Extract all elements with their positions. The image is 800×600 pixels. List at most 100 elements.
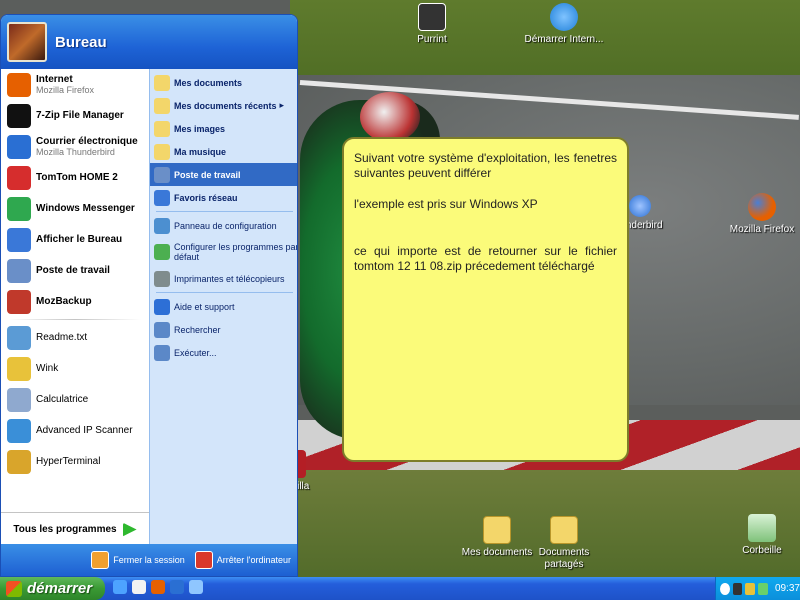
run-icon [154,344,170,361]
shutdown-button[interactable]: Arrêter l'ordinateur [194,551,291,569]
places-label: Panneau de configuration [174,220,277,231]
thunderbird-icon [629,195,651,217]
program-title: Windows Messenger [36,203,135,214]
places-label: Mes documents [174,77,243,88]
my-pictures-icon [154,120,170,137]
program-text: MozBackup [36,296,92,307]
logoff-label: Fermer la session [113,555,185,565]
program-text: Calculatrice [36,394,88,405]
logoff-icon [91,551,110,569]
network-icon[interactable] [732,582,743,595]
my-documents-icon [483,516,511,544]
sticky-note: Suivant votre système d'exploitation, le… [342,137,629,462]
places-label: Rechercher [174,324,221,335]
places-item[interactable]: Ma musique [150,140,297,163]
note-paragraph: Suivant votre système d'exploitation, le… [354,151,617,180]
desktop-icon-firefox[interactable]: Mozilla Firefox [722,193,800,236]
program-list: Internet Mozilla Firefox 7-Zip File Manage… [1,69,149,477]
text-file-icon [7,325,31,350]
internet-explorer-icon[interactable] [113,580,127,594]
chevron-right-icon: ▸ [279,100,285,110]
program-item[interactable]: Afficher le Bureau [1,224,149,255]
media-player-icon[interactable] [132,580,146,594]
security-shield-icon[interactable] [745,582,756,595]
desktop-icon-shared-documents[interactable]: Documents partagés [524,516,604,571]
program-title: Afficher le Bureau [36,234,123,245]
firefox-icon[interactable] [151,580,165,594]
show-desktop-icon[interactable] [189,580,203,594]
program-item[interactable]: Calculatrice [1,384,149,415]
help-icon [154,298,170,315]
program-title: Courrier électronique [36,136,138,147]
messenger-icon [7,196,31,221]
control-panel-icon [154,217,170,234]
all-programs-button[interactable]: Tous les programmes [1,512,149,546]
logoff-button[interactable]: Fermer la session [91,551,185,569]
places-item[interactable]: Mes documents [150,71,297,94]
places-label: Exécuter... [174,347,217,358]
ip-scanner-icon [7,418,31,443]
volume-icon[interactable] [758,582,768,595]
start-menu-footer: Fermer la session Arrêter l'ordinateur [1,544,297,576]
start-menu-programs: Internet Mozilla Firefox 7-Zip File Manage… [1,69,149,546]
start-button[interactable]: démarrer [0,577,105,600]
my-computer-icon [154,166,170,183]
shared-documents-icon [550,516,578,544]
program-title: 7-Zip File Manager [36,110,124,121]
places-item[interactable]: Imprimantes et télécopieurs [150,267,297,290]
arrow-left-icon[interactable] [720,582,730,595]
places-item[interactable]: Configurer les programmes par défaut [150,237,298,267]
tomtom-icon [7,165,31,190]
places-list: Mes documents Mes documents récents ▸ Mes i… [150,69,298,364]
desktop-icon-label: Démarrer Intern... [524,34,604,45]
places-item[interactable]: Mes documents récents ▸ [150,94,297,117]
desktop-icon-purrint[interactable]: Purrint [392,3,472,46]
program-item[interactable]: Advanced IP Scanner [1,415,149,446]
system-tray: 09:37 [715,577,800,600]
start-menu-body: Internet Mozilla Firefox 7-Zip File Manage… [1,69,298,546]
places-label: Mes documents récents [174,100,277,111]
program-item[interactable]: Wink [1,353,149,384]
program-item[interactable]: 7-Zip File Manager [1,100,149,131]
thunderbird-icon[interactable] [170,580,184,594]
desktop-icon-label: Mozilla Firefox [729,224,795,235]
places-label: Configurer les programmes par défaut [174,242,298,262]
places-item[interactable]: Aide et support [150,295,297,318]
program-item[interactable]: MozBackup [1,286,149,317]
wallpaper-helmet [360,92,420,142]
arrow-right-icon [122,522,137,537]
program-text: 7-Zip File Manager [36,110,124,121]
calculator-icon [7,387,31,412]
my-documents-icon [154,74,170,91]
program-item[interactable]: Readme.txt [1,322,149,353]
default-programs-icon [154,244,170,260]
program-title: HyperTerminal [36,456,101,467]
program-text: Poste de travail [36,265,110,276]
desktop-icon-recycle-bin[interactable]: Corbeille [722,514,800,557]
power-icon [194,551,213,569]
program-title: MozBackup [36,296,92,307]
places-label: Mes images [174,123,226,134]
places-item[interactable]: Mes images [150,117,297,140]
desktop-icon-label: Documents partagés [538,547,590,570]
places-label: Imprimantes et télécopieurs [174,273,285,284]
program-text: Readme.txt [36,332,87,343]
program-text: Wink [36,363,58,374]
program-item[interactable]: Internet Mozilla Firefox [1,69,149,100]
internet-explorer-icon [550,3,578,31]
user-avatar-icon[interactable] [7,22,47,62]
program-item[interactable]: HyperTerminal [1,446,149,477]
places-item[interactable]: Rechercher [150,318,297,341]
show-desktop-icon [7,227,31,252]
program-item[interactable]: Windows Messenger [1,193,149,224]
places-item[interactable]: Favoris réseau [150,186,297,209]
places-item[interactable]: Exécuter... [150,341,297,364]
desktop-icon-internet-explorer[interactable]: Démarrer Intern... [524,3,604,46]
recycle-bin-icon [748,514,776,542]
menu-separator [9,319,141,320]
program-item[interactable]: TomTom HOME 2 [1,162,149,193]
places-item[interactable]: Panneau de configuration [150,214,297,237]
program-item[interactable]: Poste de travail [1,255,149,286]
places-item[interactable]: Poste de travail [150,163,297,186]
program-item[interactable]: Courrier électronique Mozilla Thunderbird [1,131,149,162]
